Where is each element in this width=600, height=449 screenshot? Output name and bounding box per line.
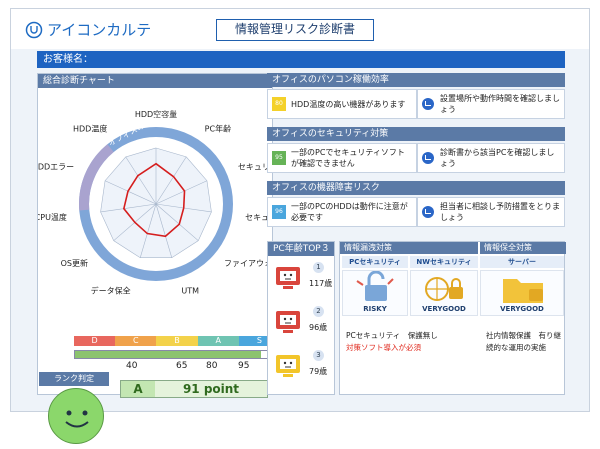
pc-rank-number: 1 <box>313 262 324 273</box>
section-finding: 96 一部のPCのHDDは動作に注意が必要です <box>267 197 417 227</box>
section-advice-text: 設置場所や動作時間を確認しましょう <box>440 94 560 114</box>
broken-lock-icon <box>356 270 394 301</box>
radar-axis-label: HDDエラー <box>38 163 74 172</box>
pc-security-col: PCセキュリティ <box>342 256 408 268</box>
overall-chart-header: 総合診断チャート <box>38 74 272 88</box>
section-advice-text: 診断書から該当PCを確認しましょう <box>440 148 555 168</box>
radar-axis-label: UTM <box>181 286 199 295</box>
grade-point: 91 point <box>155 381 267 397</box>
pc-age-item: 3 79歳 <box>273 348 333 392</box>
risky-illustration: RISKY <box>342 270 408 316</box>
globe-lock-icon <box>425 277 463 301</box>
pointer-hand-icon <box>422 206 434 218</box>
pc-age-value: 96歳 <box>309 323 328 332</box>
pc-rank-number: 2 <box>313 306 324 317</box>
score-progress-bar <box>74 350 280 359</box>
radar-chart: HDD空容量PC年齢セキュリティソフトセキュリティソフト更新ファイアウォールUT… <box>38 94 274 295</box>
section-row: 80 HDD温度の高い機器があります 設置場所や動作時間を確認しましょう <box>267 89 565 119</box>
radar-axis-label: データ保全 <box>91 285 131 295</box>
rank-segment: B <box>156 336 198 346</box>
section-header: オフィスの機器障害リスク <box>267 181 565 195</box>
radar-axis-label: PC年齢 <box>205 123 231 133</box>
grade-letter: A <box>121 381 155 397</box>
section-score-badge: 80 <box>272 97 286 111</box>
protect-header: 情報保全対策 <box>480 242 566 254</box>
section-header: オフィスのパソコン稼働効率 <box>267 73 565 87</box>
section-finding-text: 一部のPCのHDDは動作に注意が必要です <box>291 202 408 222</box>
rank-segment: A <box>197 336 239 346</box>
radar-axis-label: OS更新 <box>61 258 88 268</box>
section-finding-text: 一部のPCでセキュリティソフトが確認できません <box>291 148 405 168</box>
rank-score-box: A 91 point <box>120 380 268 398</box>
radar-axis-label: CPU温度 <box>38 212 67 222</box>
score-tick: 65 <box>176 361 188 371</box>
verygood-label-server: VERYGOOD <box>500 305 544 313</box>
computer-face-icon <box>276 311 300 333</box>
rank-label: ランク判定 <box>39 372 109 386</box>
rank-scale-bar: DCBAS <box>74 336 281 346</box>
pointer-hand-icon <box>422 98 434 110</box>
pointer-hand-icon <box>422 152 434 164</box>
section-score-badge: 95 <box>272 151 286 165</box>
document-title: 情報管理リスク診断書 <box>216 19 374 41</box>
pc-age-value: 79歳 <box>309 367 328 376</box>
customer-name-bar: お客様名： <box>37 51 565 68</box>
pc-age-item: 2 96歳 <box>273 304 333 348</box>
app-logo: アイコンカルテ <box>25 19 151 40</box>
pc-security-status: PCセキュリティ 保護無し <box>346 331 438 340</box>
computer-face-icon <box>276 267 300 289</box>
folder-lock-icon <box>503 279 543 303</box>
computer-face-icon <box>276 355 300 377</box>
stethoscope-icon <box>25 21 43 38</box>
section-list: オフィスのパソコン稼働効率 80 HDD温度の高い機器があります 設置場所や動作時間を… <box>267 73 565 241</box>
section-advice-text: 担当者に相談し予防措置をとりましょう <box>440 202 560 222</box>
report-page: アイコンカルテ 情報管理リスク診断書 お客様名： 総合診断チャート HDD空容量… <box>10 8 590 444</box>
pc-age-value: 117歳 <box>309 279 333 288</box>
risky-label: RISKY <box>363 305 387 313</box>
section-finding-text: HDD温度の高い機器があります <box>291 99 406 109</box>
overall-chart-panel: 総合診断チャート HDD空容量PC年齢セキュリティソフトセキュリティソフト更新フ… <box>37 73 281 444</box>
section-finding: 95 一部のPCでセキュリティソフトが確認できません <box>267 143 417 173</box>
score-tick: 40 <box>126 361 138 371</box>
radar-axis-label: HDD温度 <box>73 123 107 133</box>
pc-rank-number: 3 <box>313 350 324 361</box>
pc-age-header: PC年齢TOP３ <box>268 242 334 256</box>
score-progress-fill <box>75 351 261 358</box>
measures-panel: 情報漏洩対策 情報保全対策 PCセキュリティ NWセキュリティ サーバー RIS… <box>339 241 566 395</box>
header-bar: アイコンカルテ 情報管理リスク診断書 <box>11 9 589 49</box>
nw-security-col: NWセキュリティ <box>410 256 478 268</box>
server-status: 社内情報保護 有り継続的な運用の実施 <box>486 331 561 352</box>
rank-segment: D <box>74 336 116 346</box>
section-advice: 担当者に相談し予防措置をとりましょう <box>417 197 565 227</box>
pc-age-panel: PC年齢TOP３ 1 117歳 2 96歳 3 79歳 <box>267 241 335 395</box>
section-advice: 設置場所や動作時間を確認しましょう <box>417 89 565 119</box>
score-tick: 80 <box>206 361 218 371</box>
section-row: 95 一部のPCでセキュリティソフトが確認できません 診断書から該当PCを確認しまし… <box>267 143 565 173</box>
verygood-illustration-server: VERYGOOD <box>480 270 564 316</box>
rank-segment: C <box>115 336 157 346</box>
section-header: オフィスのセキュリティ対策 <box>267 127 565 141</box>
section-finding: 80 HDD温度の高い機器があります <box>267 89 417 119</box>
verygood-illustration-nw: VERYGOOD <box>410 270 478 316</box>
smiley-face-icon <box>48 388 104 444</box>
section-score-badge: 96 <box>272 205 286 219</box>
section-advice: 診断書から該当PCを確認しましょう <box>417 143 565 173</box>
score-tick: 95 <box>238 361 250 371</box>
section-row: 96 一部のPCのHDDは動作に注意が必要です 担当者に相談し予防措置をとりましょう <box>267 197 565 227</box>
leak-header: 情報漏洩対策 <box>340 242 478 254</box>
pc-age-item: 1 117歳 <box>273 260 333 304</box>
leak-required-note: 対策ソフト導入が必須 <box>346 343 421 352</box>
server-col: サーバー <box>480 256 564 268</box>
logo-text: アイコンカルテ <box>47 21 152 39</box>
verygood-label-nw: VERYGOOD <box>422 305 466 313</box>
